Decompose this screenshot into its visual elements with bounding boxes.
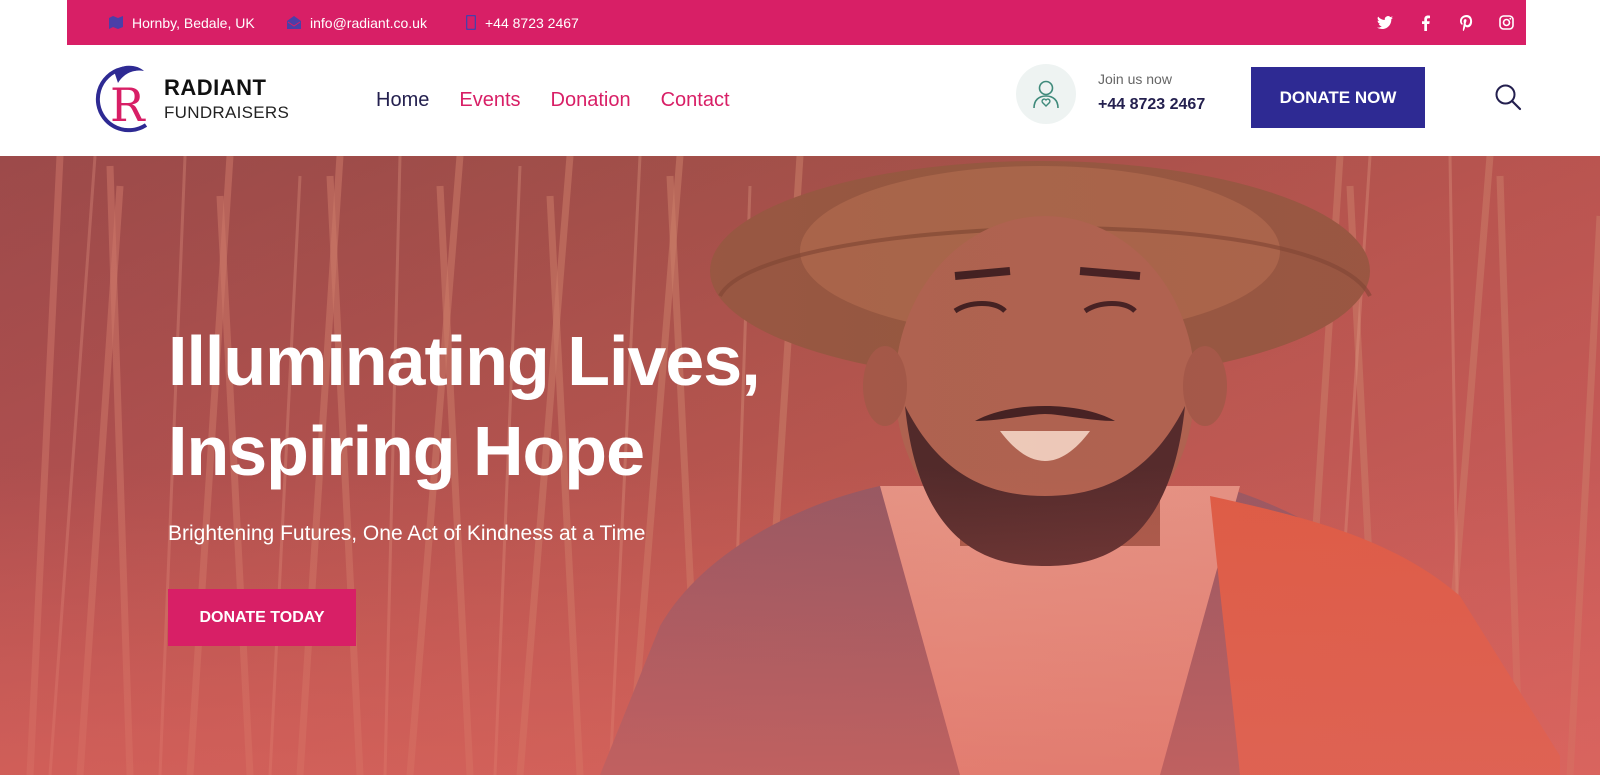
logo-letter: R — [110, 78, 146, 132]
join-label: Join us now — [1098, 71, 1172, 87]
email-info[interactable]: info@radiant.co.uk — [287, 0, 427, 45]
logo-tagline: FUNDRAISERS — [164, 103, 290, 122]
map-icon — [109, 16, 123, 29]
top-bar: Hornby, Bedale, UK info@radiant.co.uk +4… — [67, 0, 1526, 45]
hero-subtitle: Brightening Futures, One Act of Kindness… — [168, 522, 646, 545]
facebook-icon — [1422, 15, 1430, 31]
phone-icon — [466, 15, 476, 30]
site-header: R RADIANT FUNDRAISERS Home Events Donati… — [0, 45, 1600, 156]
logo-mark-icon: R — [95, 65, 148, 133]
search-icon — [1495, 84, 1522, 111]
join-phone[interactable]: +44 8723 2467 — [1098, 96, 1205, 114]
donate-now-button[interactable]: DONATE NOW — [1251, 67, 1425, 128]
address-text: Hornby, Bedale, UK — [132, 14, 255, 31]
email-text: info@radiant.co.uk — [310, 14, 427, 31]
nav-donation[interactable]: Donation — [551, 89, 631, 112]
search-button[interactable] — [1494, 83, 1522, 116]
nav-home[interactable]: Home — [376, 89, 429, 112]
pinterest-icon — [1460, 14, 1473, 31]
hero-title-line-2: Inspiring Hope — [168, 412, 645, 490]
nav-contact[interactable]: Contact — [661, 89, 730, 112]
hero-section: Illuminating Lives, Inspiring Hope Brigh… — [0, 156, 1600, 775]
phone-text: +44 8723 2467 — [485, 14, 579, 31]
nav-events[interactable]: Events — [459, 89, 520, 112]
hero-title-line-1: Illuminating Lives, — [168, 322, 761, 400]
logo-name: RADIANT — [164, 75, 267, 100]
twitter-link[interactable] — [1377, 0, 1393, 45]
address-info: Hornby, Bedale, UK — [109, 0, 255, 45]
instagram-link[interactable] — [1499, 0, 1514, 45]
join-icon-wrap — [1016, 64, 1076, 124]
phone-info[interactable]: +44 8723 2467 — [466, 0, 579, 45]
twitter-icon — [1377, 15, 1393, 29]
instagram-icon — [1499, 15, 1514, 30]
facebook-link[interactable] — [1421, 0, 1430, 45]
logo[interactable]: R RADIANT FUNDRAISERS — [94, 63, 294, 133]
hero-title: Illuminating Lives, Inspiring Hope — [168, 316, 761, 496]
donate-today-button[interactable]: DONATE TODAY — [168, 589, 356, 646]
envelope-icon — [287, 16, 301, 29]
user-heart-icon — [1033, 80, 1059, 109]
pinterest-link[interactable] — [1460, 0, 1473, 45]
main-nav: Home Events Donation Contact — [376, 45, 760, 156]
